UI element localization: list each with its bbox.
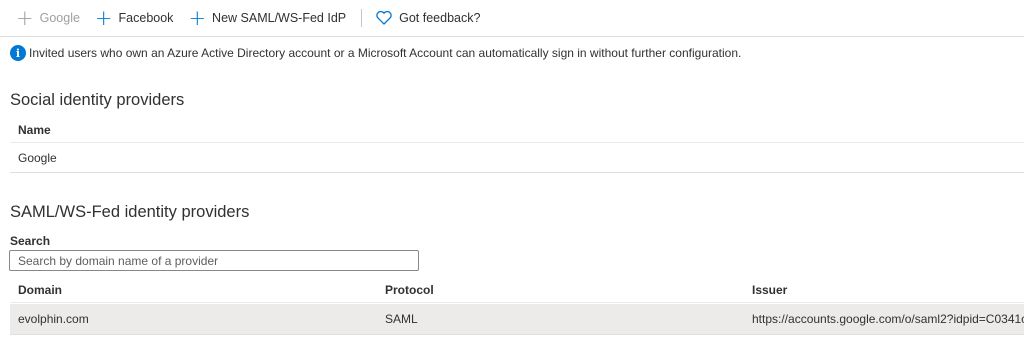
column-header-domain[interactable]: Domain bbox=[10, 283, 377, 297]
social-providers-heading: Social identity providers bbox=[10, 91, 185, 109]
feedback-button[interactable]: Got feedback? bbox=[376, 0, 480, 36]
column-header-protocol[interactable]: Protocol bbox=[377, 283, 744, 297]
heart-icon bbox=[376, 11, 392, 25]
column-header-issuer[interactable]: Issuer bbox=[744, 283, 1024, 297]
saml-table-header: Domain Protocol Issuer bbox=[10, 277, 1024, 303]
new-saml-idp-label: New SAML/WS-Fed IdP bbox=[212, 11, 347, 25]
new-saml-idp-button[interactable]: + New SAML/WS-Fed IdP bbox=[188, 0, 346, 36]
info-message: Invited users who own an Azure Active Di… bbox=[29, 46, 742, 60]
add-facebook-button[interactable]: + Facebook bbox=[95, 0, 174, 36]
protocol-cell: SAML bbox=[385, 312, 418, 326]
plus-icon: + bbox=[188, 5, 207, 30]
info-banner: i Invited users who own an Azure Active … bbox=[10, 45, 741, 61]
issuer-cell: https://accounts.google.com/o/saml2?idpi… bbox=[752, 312, 1024, 326]
saml-providers-heading: SAML/WS-Fed identity providers bbox=[10, 203, 250, 221]
add-google-button[interactable]: + Google bbox=[16, 0, 80, 36]
search-input[interactable] bbox=[9, 250, 419, 271]
column-header-name[interactable]: Name bbox=[10, 123, 51, 137]
table-row[interactable]: evolphin.com SAML https://accounts.googl… bbox=[10, 304, 1024, 335]
provider-name-cell: Google bbox=[18, 150, 57, 165]
add-google-label: Google bbox=[39, 11, 80, 25]
plus-icon: + bbox=[94, 5, 113, 30]
toolbar-divider bbox=[361, 9, 363, 27]
domain-cell: evolphin.com bbox=[18, 312, 89, 326]
search-label: Search bbox=[10, 234, 51, 248]
social-table-header: Name bbox=[10, 117, 1024, 143]
plus-icon: + bbox=[16, 5, 34, 30]
info-icon: i bbox=[10, 45, 26, 61]
table-row[interactable]: Google bbox=[10, 143, 1024, 173]
feedback-label: Got feedback? bbox=[399, 11, 481, 25]
command-bar: + Google + Facebook + New SAML/WS-Fed Id… bbox=[0, 0, 1024, 37]
add-facebook-label: Facebook bbox=[118, 11, 174, 25]
